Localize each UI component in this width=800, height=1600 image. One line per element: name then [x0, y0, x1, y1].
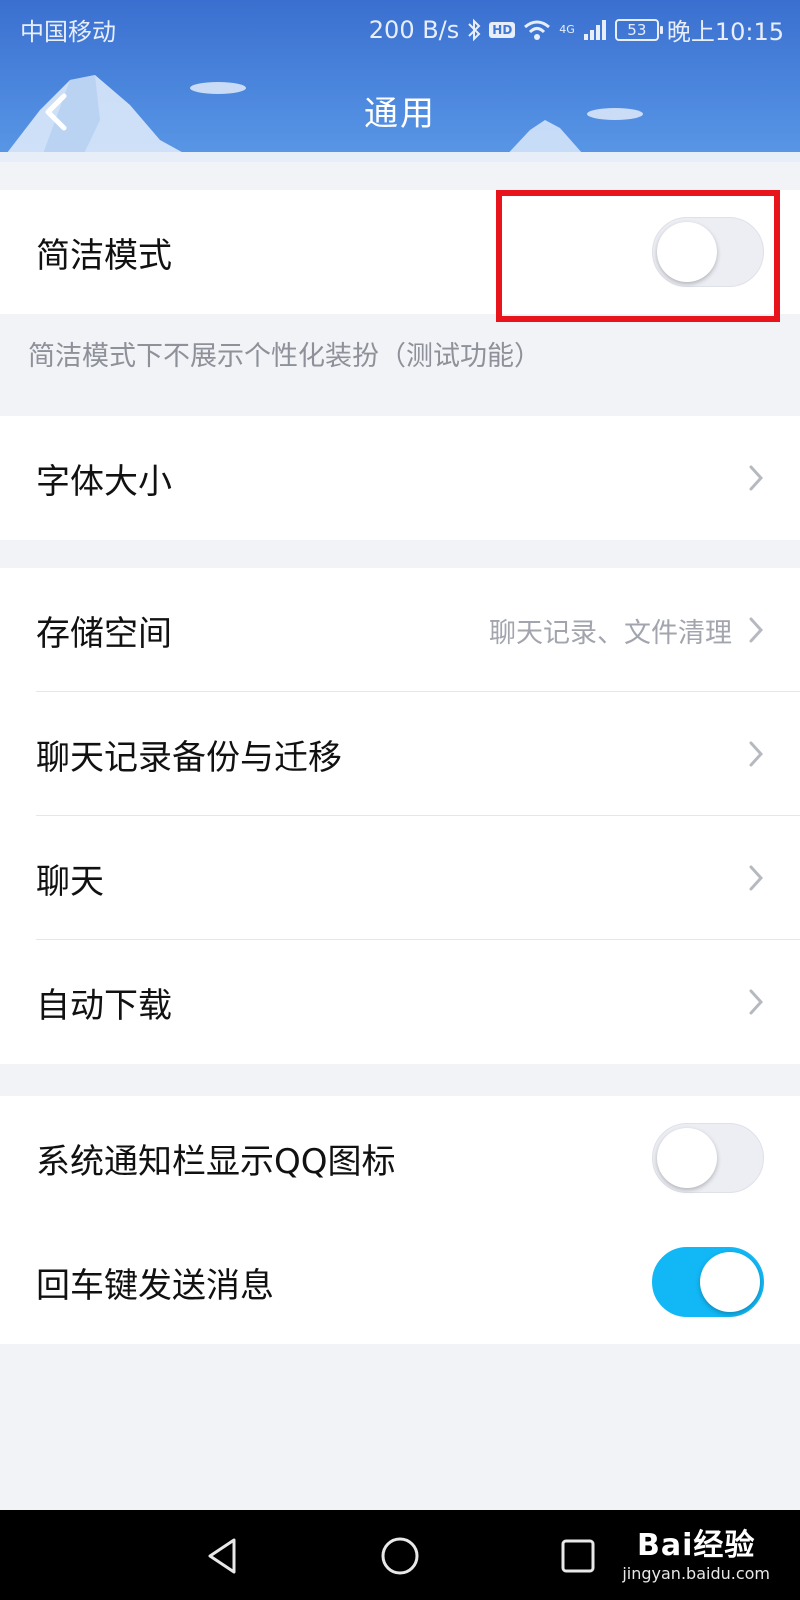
carrier-label: 中国移动: [20, 18, 116, 46]
triangle-back-icon: [208, 1538, 236, 1574]
auto-download-label: 自动下载: [36, 985, 172, 1026]
header: 中国移动 200 B/s HD 4G 53 晚上10:15 通用: [0, 0, 800, 162]
auto-download-row[interactable]: 自动下载: [0, 940, 800, 1064]
chevron-right-icon: [748, 864, 764, 892]
watermark-main: Bai经验: [636, 1528, 756, 1563]
chat-label: 聊天: [36, 861, 104, 902]
storage-group: 存储空间 聊天记录、文件清理 聊天记录备份与迁移 聊天 自动下载: [0, 568, 800, 1064]
chevron-right-icon: [748, 464, 764, 492]
font-size-group: 字体大小: [0, 416, 800, 540]
storage-hint: 聊天记录、文件清理: [489, 617, 732, 649]
network-speed: 200 B/s: [368, 15, 460, 44]
chat-row[interactable]: 聊天: [0, 816, 800, 940]
nav-home-button[interactable]: [378, 1534, 422, 1578]
circle-home-icon: [381, 1537, 419, 1575]
signal-icon: [583, 19, 607, 41]
simple-mode-label: 简洁模式: [36, 235, 172, 276]
chevron-right-icon: [748, 988, 764, 1016]
notification-icon-row: 系统通知栏显示QQ图标: [0, 1096, 800, 1220]
enter-send-row: 回车键发送消息: [0, 1220, 800, 1344]
storage-row[interactable]: 存储空间 聊天记录、文件清理: [0, 568, 800, 692]
chevron-right-icon: [748, 740, 764, 768]
hd-badge: HD: [489, 21, 516, 38]
toggle-knob: [657, 1128, 717, 1188]
font-size-row[interactable]: 字体大小: [0, 416, 800, 540]
toggles-group: 系统通知栏显示QQ图标 回车键发送消息: [0, 1096, 800, 1344]
enter-send-toggle[interactable]: [652, 1247, 764, 1317]
system-nav-bar: Bai经验 jingyan.baidu.com: [0, 1510, 800, 1600]
chevron-right-icon: [748, 616, 764, 644]
notification-icon-toggle[interactable]: [652, 1123, 764, 1193]
storage-label: 存储空间: [36, 613, 172, 654]
wifi-icon: [523, 19, 551, 41]
toggle-knob: [700, 1252, 760, 1312]
status-bar: 中国移动 200 B/s HD 4G 53 晚上10:15: [0, 0, 800, 54]
highlight-annotation: [496, 190, 780, 322]
chat-backup-label: 聊天记录备份与迁移: [36, 737, 342, 778]
square-recents-icon: [561, 1539, 595, 1573]
chat-backup-row[interactable]: 聊天记录备份与迁移: [0, 692, 800, 816]
notification-icon-label: 系统通知栏显示QQ图标: [36, 1141, 396, 1182]
network-type: 4G: [559, 23, 575, 36]
font-size-label: 字体大小: [36, 461, 172, 502]
watermark: Bai经验 jingyan.baidu.com: [622, 1520, 770, 1583]
bluetooth-icon: [467, 18, 481, 42]
watermark-sub: jingyan.baidu.com: [622, 1564, 770, 1583]
simple-mode-description: 简洁模式下不展示个性化装扮（测试功能）: [28, 341, 541, 372]
enter-send-label: 回车键发送消息: [36, 1265, 274, 1306]
clock: 晚上10:15: [666, 18, 784, 46]
nav-back-button[interactable]: [200, 1534, 244, 1578]
page-title: 通用: [364, 94, 436, 134]
battery-icon: 53: [614, 18, 663, 41]
nav-recents-button[interactable]: [556, 1534, 600, 1578]
